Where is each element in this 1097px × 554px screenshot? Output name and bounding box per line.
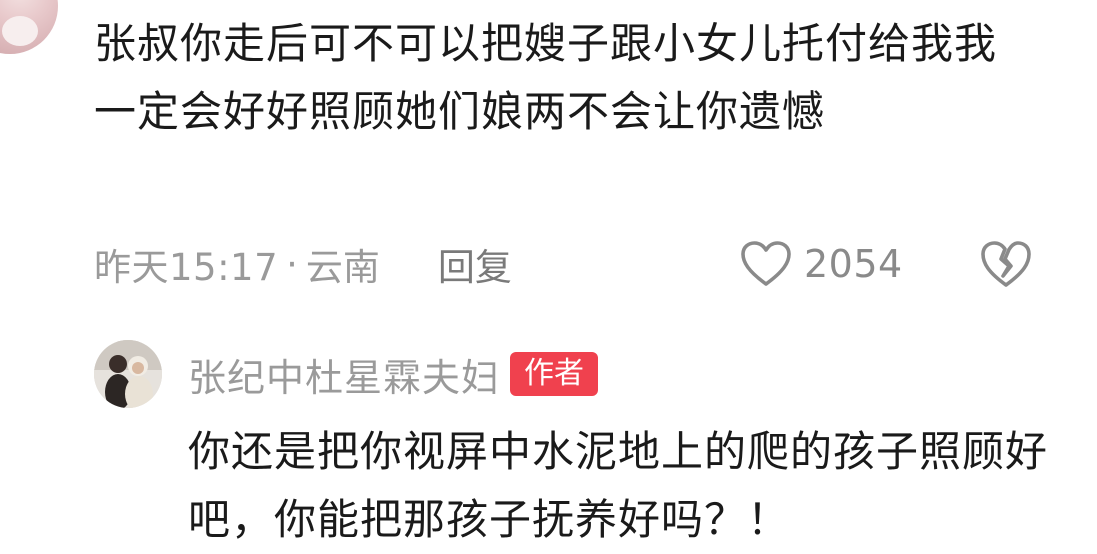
comment-meta: 昨天15:17 · 云南 回复	[94, 236, 512, 292]
author-photo	[94, 340, 162, 408]
reply-text: 你还是把你视屏中水泥地上的爬的孩子照顾好吧，你能把那孩子抚养好吗？！	[188, 427, 1049, 544]
author-badge: 作者	[510, 352, 599, 396]
meta-separator: ·	[286, 242, 298, 286]
author-avatar[interactable]	[94, 340, 162, 408]
broken-heart-icon[interactable]	[980, 239, 1032, 289]
reply-author-row: 张纪中杜星霖夫妇 作者	[188, 346, 599, 402]
like-count: 2054	[804, 242, 903, 286]
comment-location: 云南	[305, 246, 380, 289]
like-button[interactable]: 2054	[740, 236, 903, 292]
reply-button[interactable]: 回复	[438, 237, 512, 291]
heart-outline-icon	[741, 241, 791, 286]
reply-author-name[interactable]: 张纪中杜星霖夫妇	[188, 347, 500, 402]
comment-text: 张叔你走后可不可以把嫂子跟小女儿托付给我我一定会好好照顾她们娘两不会让你遗憾	[94, 19, 998, 136]
commenter-avatar[interactable]	[0, 0, 58, 54]
comment-time: 昨天15:17	[94, 246, 279, 289]
